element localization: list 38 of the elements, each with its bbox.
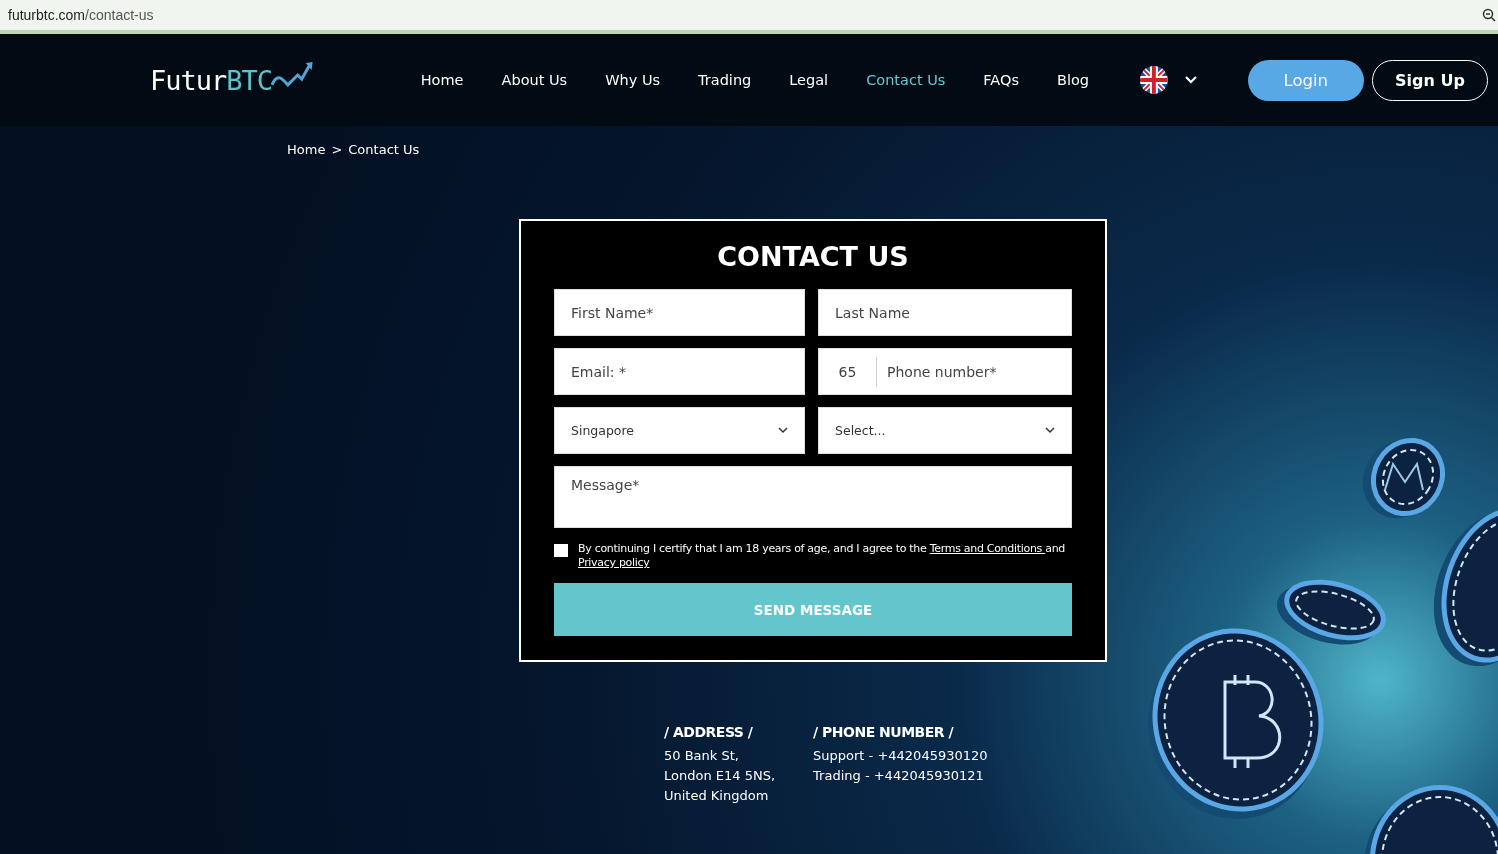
logo[interactable]: FuturBTC: [150, 64, 273, 96]
consent-checkbox[interactable]: [554, 544, 568, 557]
caret-icon: [1045, 427, 1055, 434]
contact-line: Trading - +442045930121: [813, 768, 985, 783]
text-field[interactable]: First Name*: [554, 289, 805, 336]
phone-field[interactable]: 65 Phone number*: [818, 348, 1072, 395]
privacy-link[interactable]: Privacy policy: [578, 556, 650, 569]
nav-link[interactable]: Trading: [679, 72, 771, 88]
nav-link[interactable]: About Us: [482, 72, 587, 88]
nav-link[interactable]: Why Us: [586, 72, 680, 88]
nav-link[interactable]: FAQs: [964, 72, 1038, 88]
flag-icon[interactable]: [1140, 66, 1168, 94]
form-title: CONTACT US: [716, 241, 910, 272]
nav-link[interactable]: Blog: [1038, 72, 1109, 88]
nav-link[interactable]: Home: [401, 72, 483, 88]
chevron-down-icon[interactable]: [1183, 75, 1198, 85]
text-field[interactable]: Email: *: [554, 348, 805, 395]
contact-line: 50 Bank St,: [664, 748, 740, 763]
section-heading: / PHONE NUMBER /: [813, 724, 955, 740]
arrow-icon: [270, 61, 314, 89]
zoom-icon[interactable]: [1482, 8, 1496, 22]
section-heading: / ADDRESS /: [664, 724, 754, 740]
contact-line: Support - +442045930120: [813, 748, 988, 763]
breadcrumb-link[interactable]: Home: [287, 142, 326, 157]
breadcrumb-separator: >: [331, 142, 343, 157]
contact-line: London E14 5NS,: [664, 768, 776, 783]
message-field[interactable]: Message*: [554, 466, 1072, 528]
text-field[interactable]: Last Name: [818, 289, 1072, 336]
select-dropdown[interactable]: Select...: [818, 407, 1072, 454]
terms-link[interactable]: Terms and Conditions: [929, 542, 1046, 555]
breadcrumb-current: Contact Us: [348, 142, 420, 157]
url-text[interactable]: futurbtc.com/contact-us: [8, 7, 154, 23]
contact-line: United Kingdom: [664, 788, 770, 803]
select-dropdown[interactable]: Singapore: [554, 407, 805, 454]
nav-link[interactable]: Contact Us: [847, 72, 965, 88]
nav-link[interactable]: Legal: [770, 72, 848, 88]
caret-icon: [778, 427, 788, 434]
consent-text: By continuing I certify that I am 18 years of age, and I agree to the Terms and Conditions and Privacy policy: [578, 542, 1066, 570]
